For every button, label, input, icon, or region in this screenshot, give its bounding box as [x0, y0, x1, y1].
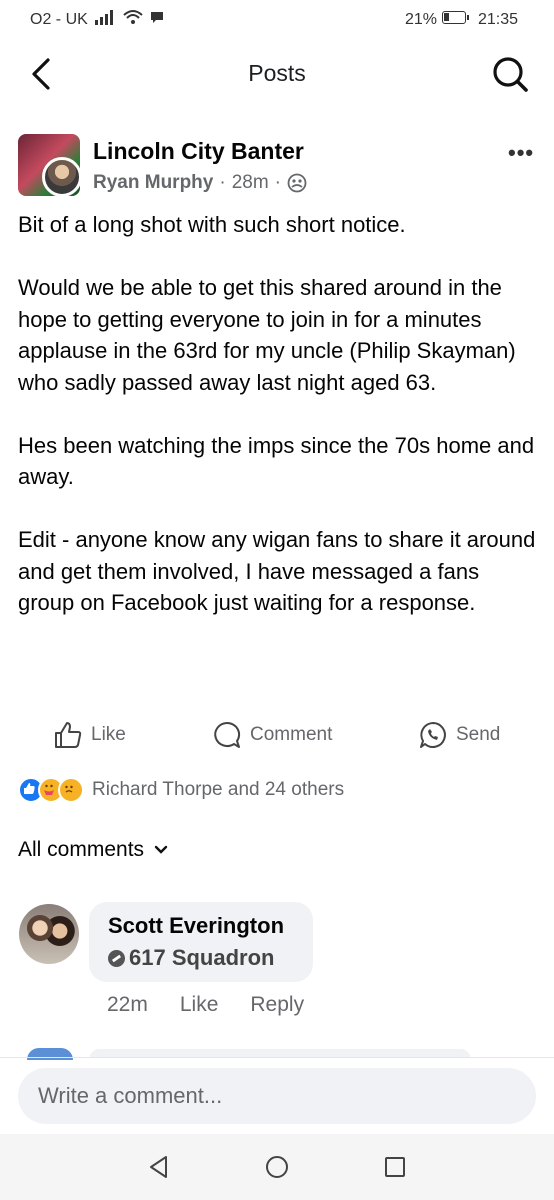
nav-back-button[interactable] [146, 1154, 172, 1180]
send-button[interactable]: Send [418, 720, 500, 750]
system-nav-bar [0, 1134, 554, 1200]
commenter-badge: 617 Squadron [108, 945, 274, 971]
badge-icon [108, 949, 125, 967]
comment-label: Comment [250, 724, 333, 745]
comment-input-placeholder: Write a comment... [38, 1083, 223, 1108]
search-icon [493, 57, 528, 92]
more-options-button[interactable]: ••• [508, 140, 534, 166]
composer-divider [0, 1057, 554, 1058]
group-icon [287, 173, 307, 193]
battery-icon [442, 11, 469, 24]
comment-icon [214, 721, 241, 748]
comment-meta: 22m Like Reply [107, 993, 304, 1017]
comment-time[interactable]: 22m [107, 993, 148, 1017]
chevron-down-icon [154, 845, 168, 854]
post-paragraph: Bit of a long shot with such short notic… [18, 212, 406, 237]
comments-filter-label: All comments [18, 838, 145, 861]
comment-like-button[interactable]: Like [180, 993, 219, 1017]
comment-button[interactable]: Comment [212, 720, 332, 750]
page-title: Posts [248, 60, 306, 86]
circle-home-icon [266, 1156, 288, 1178]
triangle-back-icon [150, 1156, 167, 1178]
post-text: Bit of a long shot with such short notic… [18, 209, 538, 650]
post-actions: Like Comment Send [0, 712, 554, 756]
sad-reaction-icon [58, 777, 84, 803]
reactions-summary[interactable]: Richard Thorpe and 24 others [18, 777, 344, 803]
post-meta: Ryan Murphy · 28m · [93, 172, 307, 194]
post-paragraph: Hes been watching the imps since the 70s… [18, 432, 535, 490]
thumbs-up-icon [55, 722, 82, 748]
meta-separator: · [219, 172, 226, 193]
comment-input[interactable]: Write a comment... [18, 1068, 536, 1124]
battery-percent: 21% [405, 11, 438, 28]
badge-label: 617 Squadron [129, 945, 275, 970]
commenter-name[interactable]: Scott Everington [108, 913, 284, 939]
signal-icon [95, 10, 113, 25]
nav-recents-button[interactable] [382, 1154, 408, 1180]
comments-filter-dropdown[interactable]: All comments [18, 838, 168, 862]
whatsapp-icon [420, 722, 446, 748]
chat-icon [151, 12, 163, 23]
group-name[interactable]: Lincoln City Banter [93, 138, 304, 165]
nav-home-button[interactable] [264, 1154, 290, 1180]
square-recents-icon [385, 1157, 405, 1177]
carrier-label: O2 - UK [30, 11, 88, 28]
commenter-avatar[interactable] [19, 904, 79, 964]
reactions-text: Richard Thorpe and 24 others [92, 779, 345, 800]
next-commenter-avatar [27, 1048, 73, 1060]
like-label: Like [91, 724, 126, 745]
send-label: Send [456, 724, 501, 745]
clock: 21:35 [478, 11, 519, 28]
signal-icons [95, 9, 165, 25]
wifi-icon [123, 10, 143, 24]
post-paragraph: Would we be able to get this shared arou… [18, 275, 516, 395]
like-button[interactable]: Like [53, 720, 126, 750]
meta-separator: · [274, 172, 281, 193]
author-avatar[interactable] [42, 157, 82, 197]
search-button[interactable] [490, 54, 530, 94]
comment-reply-button[interactable]: Reply [250, 993, 304, 1017]
status-bar: O2 - UK 21% 21:35 [0, 0, 554, 40]
post-paragraph: Edit - anyone know any wigan fans to sha… [18, 527, 536, 615]
post-time[interactable]: 28m [232, 172, 269, 194]
author-name[interactable]: Ryan Murphy [93, 172, 213, 194]
